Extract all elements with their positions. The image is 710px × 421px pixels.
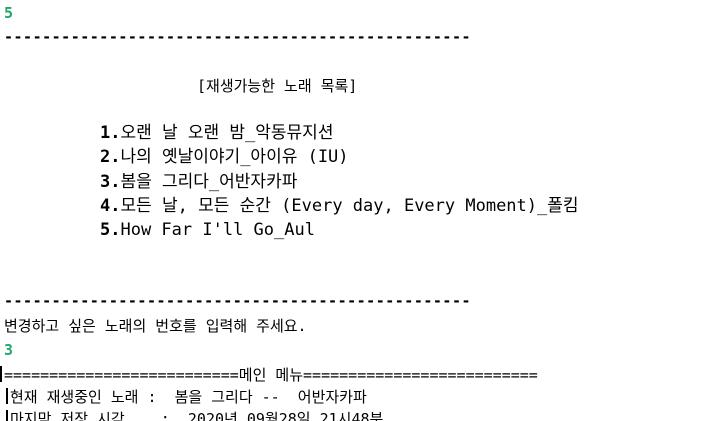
song-list-title: [재생가능한 노래 목록] <box>197 77 358 95</box>
song-number: 4. <box>100 196 121 216</box>
user-input-echo: 3 <box>4 341 14 359</box>
border-bar <box>0 366 2 382</box>
song-list-item: 5.How Far I'll Go_Aul <box>100 219 315 241</box>
input-prompt: 변경하고 싶은 노래의 번호를 입력해 주세요. <box>4 317 307 335</box>
song-list-item: 4.모든 날, 모든 순간 (Every day, Every Moment)_… <box>100 195 579 217</box>
song-title: How Far I'll Go_Aul <box>120 220 315 240</box>
song-title: 모든 날, 모든 순간 (Every day, Every Moment)_폴킴 <box>120 196 579 216</box>
console-window: 5 --------------------------------------… <box>0 0 710 421</box>
song-list-item: 2.나의 옛날이야기_아이유 (IU) <box>100 146 349 168</box>
song-title: 봄을 그리다_어반자카파 <box>120 172 298 192</box>
divider-top: ----------------------------------------… <box>4 28 472 46</box>
last-saved-text: 마지막 저장 시각 : 2020년 09월28일 21시48분 <box>10 410 384 421</box>
song-list-item: 1.오랜 날 오랜 밤_악동뮤지션 <box>100 122 333 144</box>
now-playing-line: 현재 재생중인 노래 : 봄을 그리다 -- 어반자카파 <box>6 388 367 406</box>
user-input-echo: 5 <box>4 4 14 22</box>
song-list-item: 3.봄을 그리다_어반자카파 <box>100 171 297 193</box>
border-bar <box>6 388 8 404</box>
song-number: 2. <box>100 147 121 167</box>
main-menu-title: ==========================메인 메뉴=========… <box>4 366 538 384</box>
divider-bottom: ----------------------------------------… <box>4 292 472 310</box>
song-number: 3. <box>100 172 121 192</box>
song-number: 5. <box>100 220 121 240</box>
main-menu-header: ==========================메인 메뉴=========… <box>0 366 538 384</box>
now-playing-text: 현재 재생중인 노래 : 봄을 그리다 -- 어반자카파 <box>10 388 367 406</box>
last-saved-line: 마지막 저장 시각 : 2020년 09월28일 21시48분 <box>6 410 383 421</box>
song-title: 오랜 날 오랜 밤_악동뮤지션 <box>120 123 334 143</box>
border-bar <box>6 410 8 421</box>
song-title: 나의 옛날이야기_아이유 (IU) <box>120 147 349 167</box>
song-number: 1. <box>100 123 121 143</box>
